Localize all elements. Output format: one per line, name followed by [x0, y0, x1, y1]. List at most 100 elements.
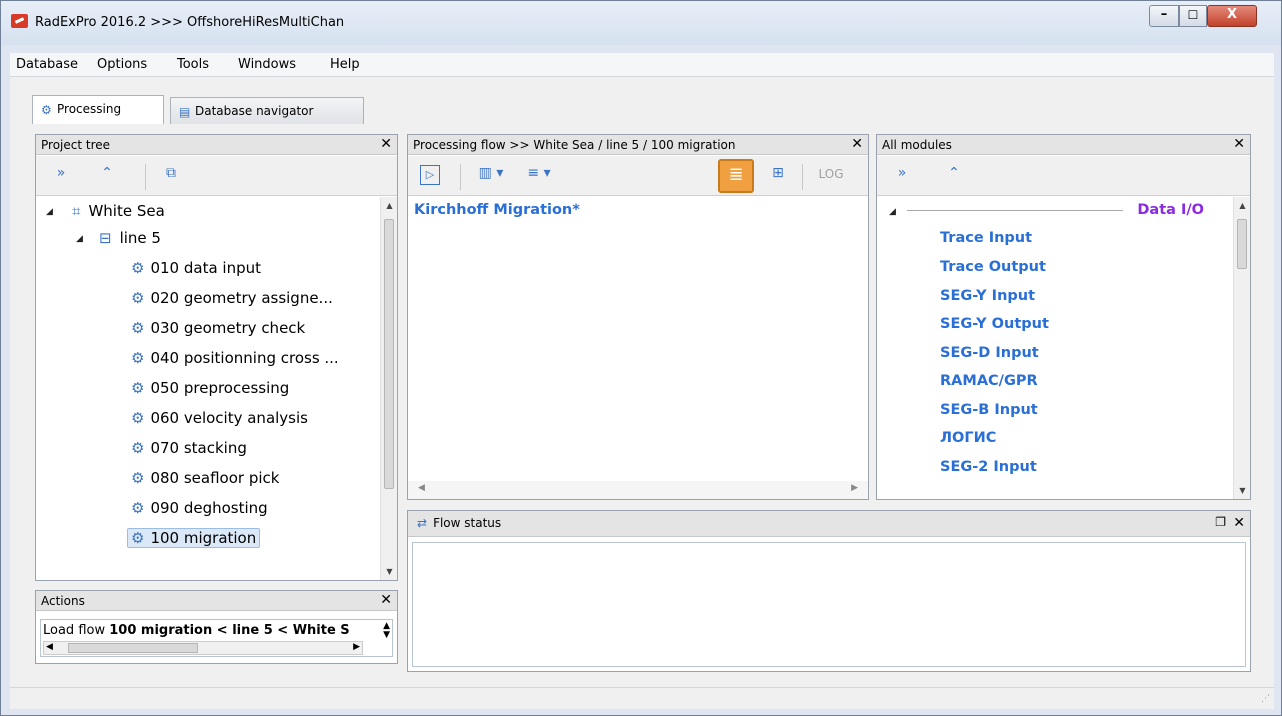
scroll-up-icon[interactable]: ▲ — [1234, 201, 1251, 210]
tree-flow-item[interactable]: ⚙ 070 stacking — [131, 439, 247, 457]
list-view-icon[interactable]: ≣ — [718, 159, 754, 193]
project-tree-header: Project tree ✕ — [36, 135, 397, 155]
tree-flow-item[interactable]: ⚙ 090 deghosting — [131, 499, 268, 517]
tree-flow-item[interactable]: ⚙ 080 seafloor pick — [131, 469, 279, 487]
close-icon[interactable]: ✕ — [1233, 515, 1245, 531]
all-modules-title: All modules — [882, 138, 952, 152]
flow-label: 070 stacking — [150, 439, 247, 457]
expand-arrow-icon[interactable]: ◢ — [76, 234, 83, 244]
expand-arrow-icon[interactable]: ◢ — [46, 207, 53, 217]
tree-flow-item-selected[interactable]: ⚙ 100 migration — [127, 528, 261, 548]
actions-title: Actions — [41, 594, 85, 608]
scroll-thumb[interactable] — [384, 219, 394, 489]
module-item[interactable]: SEG-Y Output — [940, 316, 1049, 332]
tab-database-navigator[interactable]: ▤ Database navigator — [170, 97, 364, 124]
collapse-all-icon[interactable]: ⌃ — [945, 165, 963, 187]
module-item[interactable]: Trace Input — [940, 230, 1032, 246]
actions-list[interactable]: Load flow 100 migration < line 5 < White… — [40, 619, 393, 657]
spin-icon[interactable]: ▲ ▼ — [383, 622, 390, 640]
tab-database-navigator-label: Database navigator — [195, 104, 314, 118]
expand-all-icon[interactable]: » — [893, 165, 911, 187]
close-icon[interactable]: ✕ — [851, 136, 863, 152]
close-icon[interactable]: ✕ — [1233, 136, 1245, 152]
module-item[interactable]: RAMAC/GPR — [940, 373, 1038, 389]
module-item[interactable]: SEG-Y Input — [940, 288, 1035, 304]
category-divider — [907, 210, 1123, 211]
frames-dropdown-icon[interactable]: ▥ ▾ — [474, 165, 508, 187]
modules-list: ◢ Data I/O Trace Input Trace Output SEG-… — [877, 197, 1233, 499]
scroll-right-icon[interactable]: ▶ — [353, 642, 360, 652]
resize-grip-icon[interactable]: ⋰ — [1261, 694, 1270, 704]
window-title: RadExPro 2016.2 >>> OffshoreHiResMultiCh… — [35, 15, 345, 30]
flow-editor[interactable]: Kirchhoff Migration* — [408, 197, 868, 481]
scroll-thumb[interactable] — [1237, 219, 1247, 269]
gear-icon: ⚙ — [131, 349, 145, 367]
flow-status-output — [412, 542, 1246, 667]
main-window: RadExPro 2016.2 >>> OffshoreHiResMultiCh… — [0, 0, 1282, 716]
copy-icon[interactable]: ⧉ — [160, 165, 182, 187]
scroll-up-icon[interactable]: ▲ — [381, 201, 398, 210]
menu-options[interactable]: Options — [97, 57, 147, 72]
minimize-button[interactable]: – — [1149, 5, 1179, 27]
close-icon[interactable]: ✕ — [380, 136, 392, 152]
gear-icon: ⚙ — [131, 379, 145, 397]
collapse-all-icon[interactable]: ⌃ — [98, 165, 116, 187]
action-entry[interactable]: Load flow 100 migration < line 5 < White… — [43, 623, 381, 638]
scroll-down-icon[interactable]: ▼ — [381, 567, 398, 576]
flow-module-item[interactable]: Kirchhoff Migration* — [414, 202, 580, 218]
tree-flow-item[interactable]: ⚙ 030 geometry check — [131, 319, 305, 337]
tree-flow-item[interactable]: ⚙ 020 geometry assigne... — [131, 289, 333, 307]
expand-arrow-icon[interactable]: ◢ — [889, 207, 896, 217]
scroll-left-icon[interactable]: ◀ — [418, 483, 425, 493]
scroll-left-icon[interactable]: ◀ — [46, 642, 53, 652]
tree-flow-item[interactable]: ⚙ 060 velocity analysis — [131, 409, 308, 427]
flow-label: 030 geometry check — [150, 319, 306, 337]
actions-hscrollbar[interactable]: ◀ ▶ — [43, 641, 363, 655]
tree-item-line-5[interactable]: ⊟ line 5 — [99, 229, 161, 247]
module-item[interactable]: SEG-B Input — [940, 402, 1038, 418]
maximize-button[interactable]: ☐ — [1179, 5, 1207, 27]
flow-label: 080 seafloor pick — [150, 469, 280, 487]
flow-label: 060 velocity analysis — [150, 409, 308, 427]
expand-all-icon[interactable]: » — [52, 165, 70, 187]
processing-flow-toolbar: ▷ ▥ ▾ ≡ ▾ ≣ ⊞ LOG — [408, 156, 868, 196]
sort-dropdown-icon[interactable]: ≡ ▾ — [518, 165, 560, 187]
tree-view-icon[interactable]: ⊞ — [766, 165, 790, 187]
scroll-right-icon[interactable]: ▶ — [851, 483, 858, 493]
gear-icon: ⚙ — [131, 409, 145, 427]
module-item[interactable]: Trace Output — [940, 259, 1046, 275]
close-button[interactable]: X — [1207, 5, 1257, 27]
project-tree-title: Project tree — [41, 138, 111, 152]
menu-bar: Database Options Tools Windows Help — [10, 53, 1274, 77]
scroll-thumb[interactable] — [68, 643, 198, 653]
flow-status-panel: ⇄ Flow status ❐ ✕ — [407, 510, 1251, 672]
tree-flow-item[interactable]: ⚙ 010 data input — [131, 259, 261, 277]
tree-flow-item[interactable]: ⚙ 050 preprocessing — [131, 379, 289, 397]
log-button[interactable]: LOG — [818, 167, 844, 189]
tree-item-white-sea[interactable]: ⌗ White Sea — [72, 202, 165, 220]
category-data-io[interactable]: Data I/O — [1137, 202, 1204, 218]
module-item[interactable]: ЛОГИС — [940, 430, 996, 446]
menu-database[interactable]: Database — [16, 57, 78, 72]
tree-flow-item[interactable]: ⚙ 040 positionning cross ... — [131, 349, 339, 367]
gear-icon: ⚙ — [131, 439, 145, 457]
scroll-down-icon[interactable]: ▼ — [1234, 486, 1251, 495]
run-icon[interactable]: ▷ — [420, 165, 440, 185]
menu-help[interactable]: Help — [330, 57, 360, 72]
flow-hscrollbar[interactable]: ◀ ▶ — [408, 481, 868, 499]
close-icon[interactable]: ✕ — [380, 592, 392, 608]
flow-label: 020 geometry assigne... — [150, 289, 333, 307]
processing-flow-header: Processing flow >> White Sea / line 5 / … — [408, 135, 868, 155]
project-tree-scrollbar[interactable]: ▲ ▼ — [380, 197, 397, 580]
menu-tools[interactable]: Tools — [177, 57, 209, 72]
project-tree-view: ◢ ⌗ White Sea ◢ ⊟ line 5 ⚙ 010 data input ⚙… — [36, 197, 380, 580]
modules-scrollbar[interactable]: ▲ ▼ — [1233, 197, 1250, 499]
tab-processing[interactable]: ⚙ Processing — [32, 95, 164, 124]
gear-icon: ⚙ — [131, 469, 145, 487]
module-item[interactable]: SEG-D Input — [940, 345, 1039, 361]
status-bar: ⋰ — [10, 687, 1274, 709]
float-window-icon[interactable]: ❐ — [1215, 515, 1226, 529]
flow-status-icon: ⇄ — [417, 516, 428, 530]
module-item[interactable]: SEG-2 Input — [940, 459, 1037, 475]
menu-windows[interactable]: Windows — [238, 57, 296, 72]
